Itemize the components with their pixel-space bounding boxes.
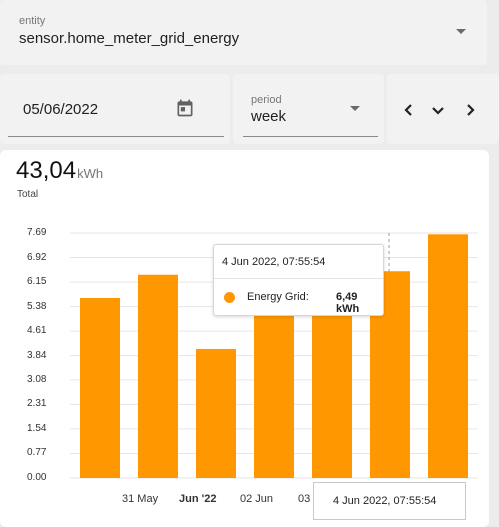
tooltip-divider <box>214 278 383 279</box>
y-tick-label: 4.61 <box>27 325 47 337</box>
bar[interactable] <box>138 274 178 478</box>
x-tick-label: Jun '22 <box>179 493 217 505</box>
chart-tooltip: 4 Jun 2022, 07:55:54 Energy Grid: 6,49 k… <box>213 244 384 316</box>
bar[interactable] <box>80 297 120 478</box>
bar[interactable] <box>428 234 468 478</box>
y-tick-label: 0.77 <box>27 447 47 459</box>
axis-pointer-text: 4 Jun 2022, 07:55:54 <box>333 495 437 507</box>
series-color-icon <box>224 292 235 303</box>
x-tick-label: 02 Jun <box>240 493 274 505</box>
y-tick-label: 3.84 <box>27 349 47 361</box>
x-tick-label: 03 <box>298 493 311 505</box>
axis-pointer-label: 4 Jun 2022, 07:55:54 <box>313 482 466 520</box>
y-tick-label: 5.38 <box>27 300 47 312</box>
y-tick-label: 7.69 <box>27 227 47 238</box>
tooltip-title: 4 Jun 2022, 07:55:54 <box>222 256 326 268</box>
y-tick-label: 6.92 <box>27 251 47 263</box>
y-tick-label: 2.31 <box>27 398 47 410</box>
y-tick-label: 6.15 <box>27 276 47 288</box>
y-tick-label: 1.54 <box>27 422 47 434</box>
y-tick-label: 3.08 <box>27 373 47 385</box>
y-tick-label: 0.00 <box>27 472 47 483</box>
tooltip-series-label: Energy Grid: <box>247 291 309 303</box>
x-tick-label: 31 May <box>122 493 159 505</box>
bar[interactable] <box>196 348 236 478</box>
tooltip-value: 6,49 kWh <box>336 291 360 315</box>
